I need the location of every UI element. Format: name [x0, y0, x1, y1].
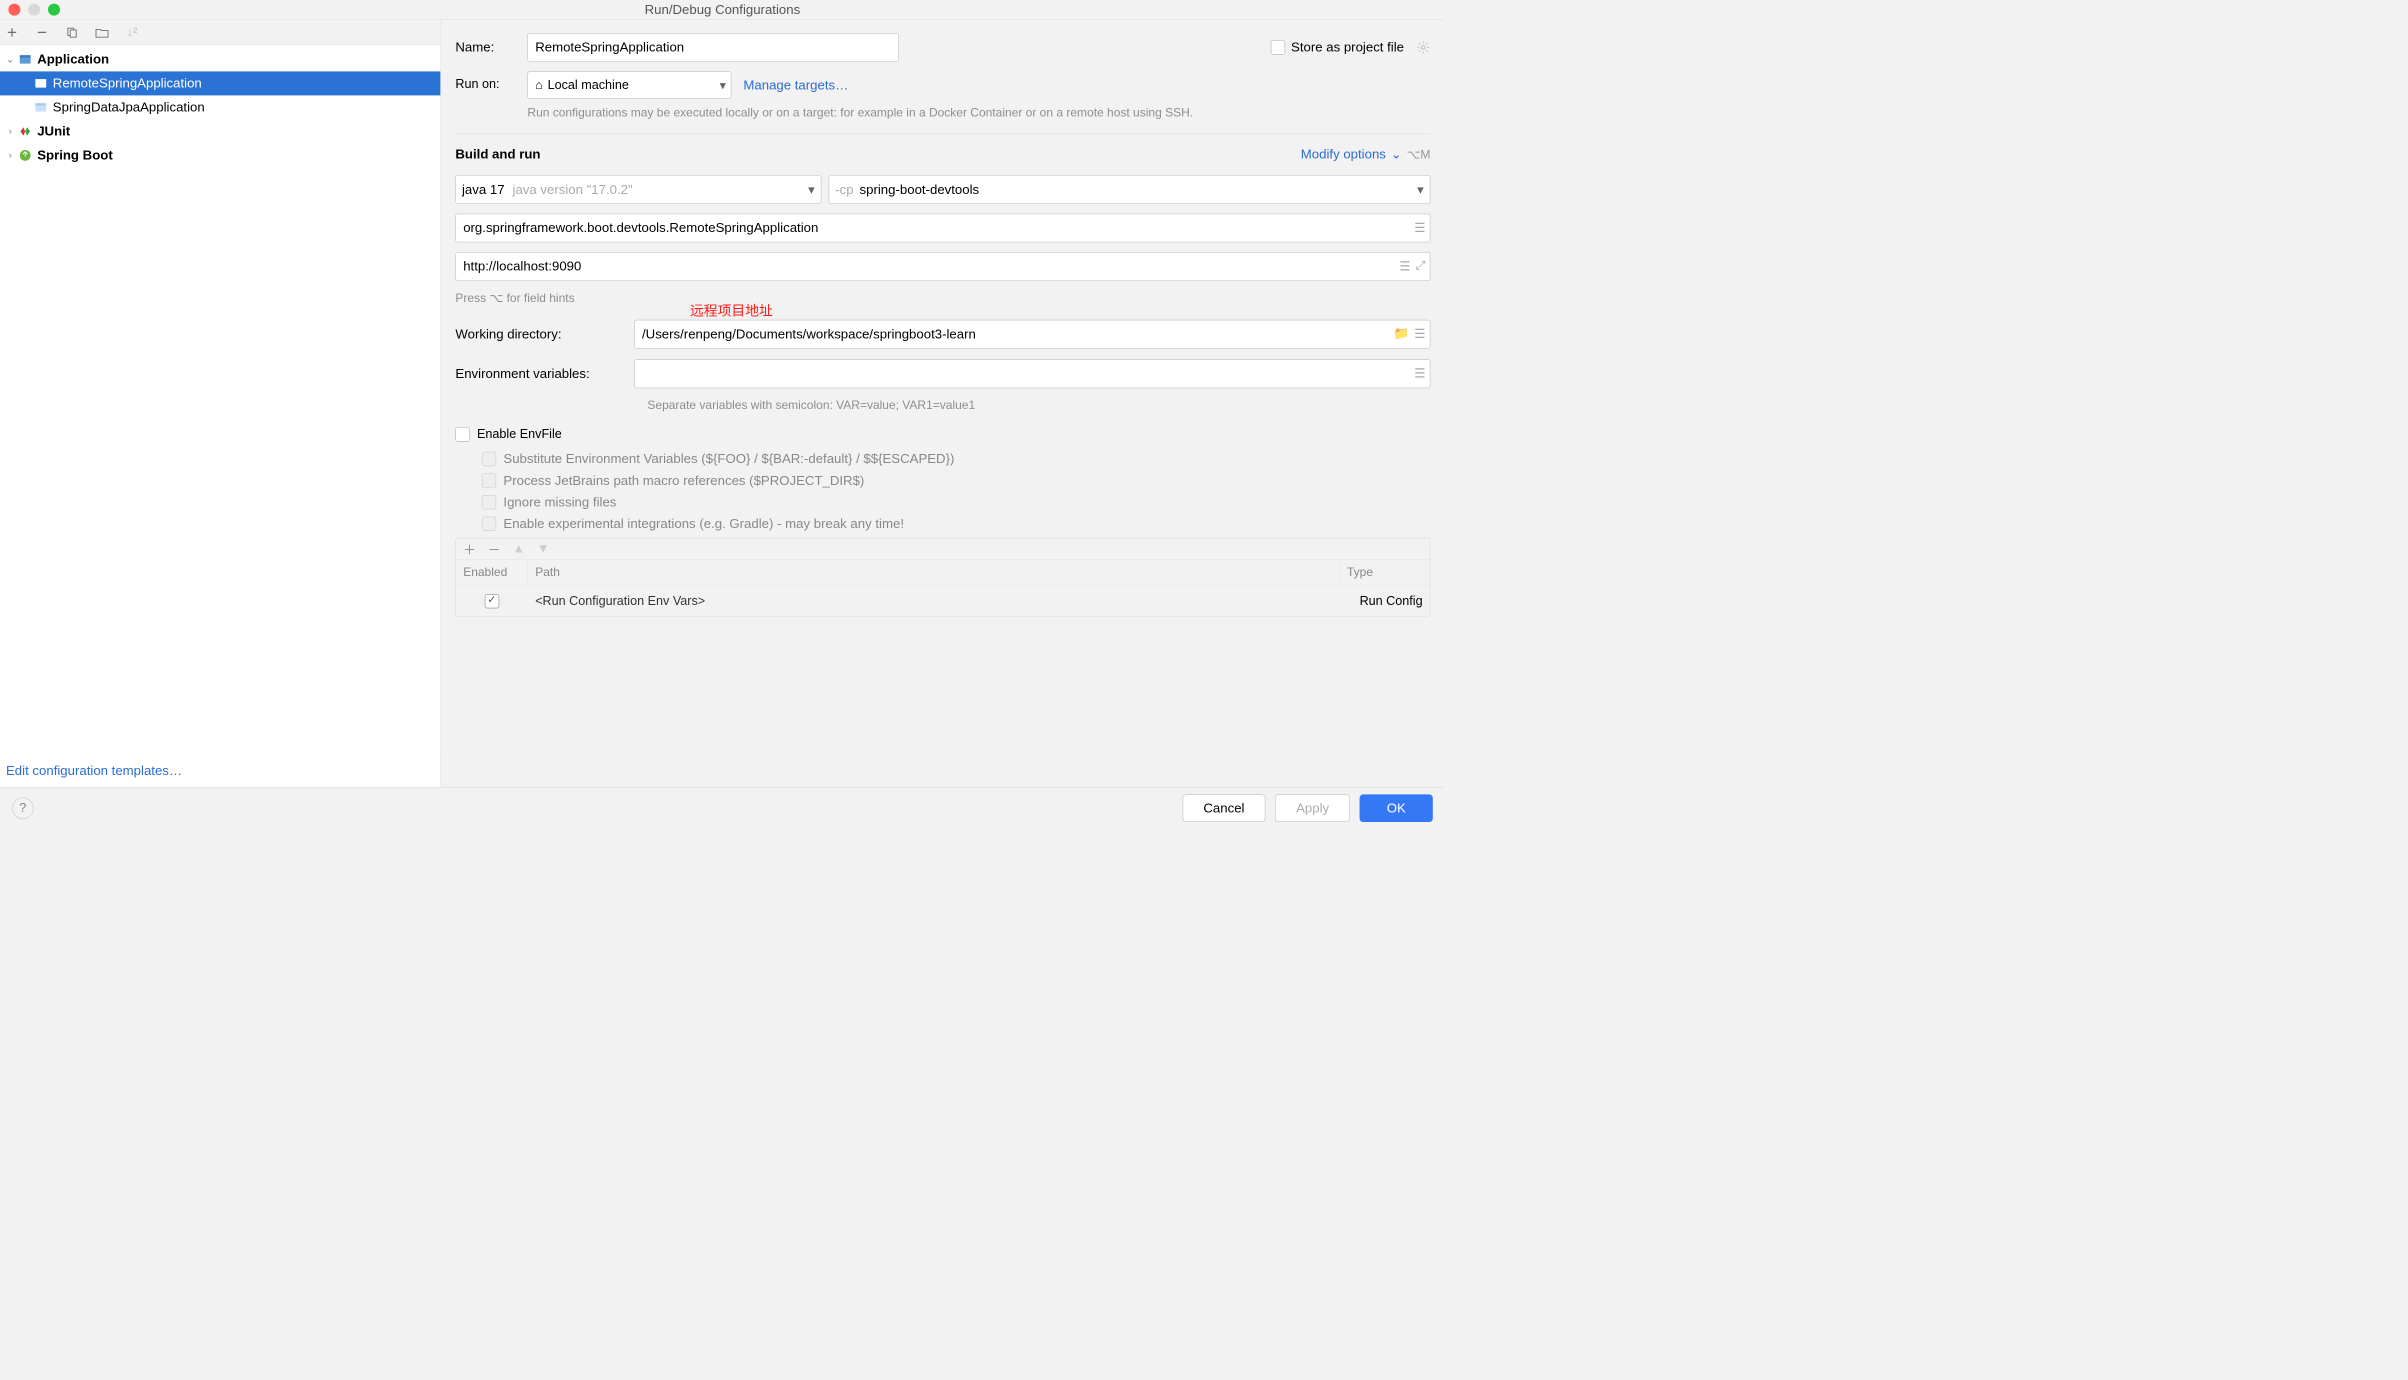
tree-spring-boot[interactable]: › Spring Boot	[0, 143, 440, 167]
gear-icon[interactable]	[1416, 40, 1430, 54]
build-run-title: Build and run	[455, 146, 540, 162]
tree-junit[interactable]: › JUnit	[0, 119, 440, 143]
row-type: Run Config	[1340, 594, 1430, 608]
expand-icon[interactable]: ⤢	[1416, 259, 1426, 274]
process-macro-label: Process JetBrains path macro references …	[503, 473, 864, 489]
application-icon	[32, 75, 49, 92]
tree-label: JUnit	[37, 124, 70, 140]
minimize-window-icon[interactable]	[28, 4, 40, 16]
dialog-footer: ? Cancel Apply OK	[0, 787, 1445, 828]
substitute-env-label: Substitute Environment Variables (${FOO}…	[503, 451, 954, 467]
list-icon[interactable]: ☰	[1414, 327, 1425, 342]
list-icon[interactable]: ☰	[1414, 221, 1425, 236]
tree-application[interactable]: ⌄ Application	[0, 47, 440, 71]
modify-options-link[interactable]: Modify options ⌄ ⌥M	[1301, 146, 1431, 162]
config-tree: ⌄ Application RemoteSpringApplication Sp…	[0, 45, 440, 755]
apply-button[interactable]: Apply	[1275, 794, 1350, 822]
tree-label: RemoteSpringApplication	[53, 76, 202, 92]
application-icon	[32, 99, 49, 116]
env-label: Environment variables:	[455, 366, 617, 382]
ignore-missing-checkbox	[482, 495, 496, 509]
list-icon[interactable]: ☰	[1399, 259, 1410, 274]
ok-button[interactable]: OK	[1360, 794, 1433, 822]
application-type-icon	[17, 51, 34, 68]
list-icon[interactable]: ☰	[1414, 366, 1425, 381]
sidebar-toolbar: ↓²	[0, 20, 440, 45]
experimental-checkbox	[482, 517, 496, 531]
chevron-down-icon: ⌄	[1391, 146, 1402, 162]
env-vars-input[interactable]	[634, 359, 1430, 388]
envfile-table: ＋ － ▲ ▼ Enabled Path Type <Run Conf	[455, 538, 1430, 617]
tree-label: SpringDataJpaApplication	[53, 100, 205, 116]
main-panel: Name: Store as project file Run on:	[441, 20, 1445, 787]
runon-hint: Run configurations may be executed local…	[527, 104, 1430, 122]
ignore-missing-label: Ignore missing files	[503, 494, 616, 510]
runon-value: Local machine	[548, 78, 629, 92]
wd-label: Working directory:	[455, 326, 617, 342]
help-icon[interactable]: ?	[12, 797, 34, 819]
chevron-right-icon: ›	[4, 150, 17, 161]
chevron-down-icon: ▾	[808, 182, 815, 198]
chevron-down-icon: ▾	[1417, 182, 1424, 198]
tree-label: Spring Boot	[37, 148, 113, 164]
substitute-env-checkbox	[482, 452, 496, 466]
chevron-down-icon: ▾	[720, 78, 726, 93]
window-title: Run/Debug Configurations	[645, 2, 801, 18]
add-icon[interactable]: ＋	[463, 540, 476, 558]
remove-icon[interactable]: －	[488, 540, 501, 558]
tree-remote-spring[interactable]: RemoteSpringApplication	[0, 71, 440, 95]
copy-config-icon[interactable]	[65, 25, 79, 39]
col-type: Type	[1340, 560, 1430, 586]
process-macro-checkbox	[482, 473, 496, 487]
remove-config-icon[interactable]	[35, 25, 49, 39]
cancel-button[interactable]: Cancel	[1182, 794, 1265, 822]
store-project-checkbox[interactable]	[1271, 40, 1285, 54]
edit-templates-link[interactable]: Edit configuration templates…	[6, 763, 182, 778]
program-args-input[interactable]	[455, 252, 1430, 281]
runon-select[interactable]: ⌂ Local machine ▾	[527, 71, 731, 99]
col-path: Path	[528, 560, 1340, 586]
sidebar: ↓² ⌄ Application RemoteSpringApplication…	[0, 20, 441, 787]
folder-icon[interactable]: 📁	[1394, 327, 1410, 342]
runon-label: Run on:	[455, 71, 527, 91]
close-window-icon[interactable]	[8, 4, 20, 16]
row-path: <Run Configuration Env Vars>	[528, 594, 1340, 608]
experimental-label: Enable experimental integrations (e.g. G…	[503, 516, 904, 532]
down-icon: ▼	[537, 542, 549, 556]
name-input[interactable]	[527, 33, 899, 62]
classpath-select[interactable]: -cp spring-boot-devtools ▾	[829, 175, 1431, 204]
tree-label: Application	[37, 52, 109, 68]
junit-type-icon	[17, 123, 34, 140]
tree-spring-jpa[interactable]: SpringDataJpaApplication	[0, 95, 440, 119]
annotation-remote-url: 远程项目地址	[690, 299, 773, 319]
store-project-label: Store as project file	[1291, 40, 1404, 56]
working-dir-input[interactable]	[634, 320, 1430, 349]
env-hint: Separate variables with semicolon: VAR=v…	[647, 399, 1430, 413]
modify-shortcut: ⌥M	[1407, 147, 1431, 162]
enable-envfile-label: Enable EnvFile	[477, 427, 562, 441]
field-hints: Press ⌥ for field hints	[455, 290, 1430, 305]
name-label: Name:	[455, 40, 527, 56]
jdk-select[interactable]: java 17 java version "17.0.2" ▾	[455, 175, 821, 204]
add-config-icon[interactable]	[5, 25, 19, 39]
table-row[interactable]: <Run Configuration Env Vars> Run Config	[456, 586, 1430, 616]
sort-config-icon[interactable]: ↓²	[125, 25, 139, 39]
enable-envfile-checkbox[interactable]	[455, 427, 469, 441]
manage-targets-link[interactable]: Manage targets…	[743, 77, 848, 93]
spring-boot-type-icon	[17, 147, 34, 164]
up-icon: ▲	[512, 542, 524, 556]
title-bar: Run/Debug Configurations	[0, 0, 1445, 19]
chevron-down-icon: ⌄	[4, 53, 17, 65]
maximize-window-icon[interactable]	[48, 4, 60, 16]
col-enabled: Enabled	[456, 560, 528, 586]
folder-config-icon[interactable]	[95, 25, 109, 39]
chevron-right-icon: ›	[4, 126, 17, 137]
row-enabled-checkbox	[485, 594, 499, 608]
main-class-input[interactable]	[455, 214, 1430, 243]
home-icon: ⌂	[535, 78, 543, 92]
